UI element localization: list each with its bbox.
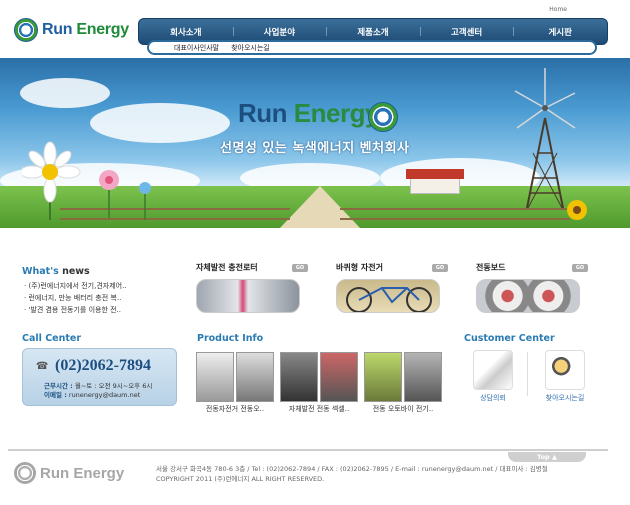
- bicycle-icon: [346, 287, 432, 312]
- customer-center-title: Customer Center: [464, 333, 555, 344]
- main-banner: Run Energy 선명성 있는 녹색에너지 벤처회사: [0, 58, 630, 228]
- footer-logo: Run Energy: [14, 462, 124, 484]
- product-title: 바퀴형 자전거: [336, 263, 383, 272]
- product-title: 자체발전 충전로터: [196, 263, 258, 272]
- call-center-title: Call Center: [22, 333, 82, 344]
- footer-copyright: COPYRIGHT 2011 (주)런에너지 ALL RIGHT RESERVE…: [156, 475, 325, 483]
- call-center-box: ☎ (02)2062-7894 근무시간 : 월~토 : 오전 9시~오후 6시…: [22, 348, 177, 406]
- product-card: 바퀴형 자전거 GO: [336, 262, 448, 313]
- go-button[interactable]: GO: [572, 263, 588, 272]
- product-thumb: [236, 352, 274, 402]
- product-info-item[interactable]: 전동 오토바이 전기..: [364, 352, 442, 414]
- road: [280, 186, 360, 228]
- news-list: · (주)런에너지에서 전기,견자제어.. · 런에너지, 만능 배터리 충전 …: [24, 280, 127, 316]
- product-info-title: Product Info: [197, 333, 264, 344]
- site-logo[interactable]: Run Energy: [14, 18, 129, 42]
- product-thumb: [320, 352, 358, 402]
- banner-subtitle: 선명성 있는 녹색에너지 벤처회사: [220, 141, 410, 156]
- product-title: 전동보드: [476, 263, 506, 272]
- divider: [527, 352, 528, 396]
- footer-info: 서울 강서구 화곡4동 780-6 3층 / Tel : (02)2062-78…: [156, 464, 548, 484]
- top-button[interactable]: Top ▲: [508, 452, 586, 462]
- home-link[interactable]: Home: [549, 6, 567, 13]
- sub-nav: 대표이사인사말 찾아오시는길: [147, 40, 597, 55]
- banner-logo-icon: [368, 102, 398, 132]
- daisy-flower-icon: [22, 141, 81, 220]
- logo-mark-icon: [14, 18, 38, 42]
- product-thumb: [196, 352, 234, 402]
- house-roof: [406, 169, 464, 179]
- product-info-item[interactable]: 자체발전 전동 섹셀..: [280, 352, 358, 414]
- footer-divider: [8, 449, 608, 451]
- map-icon: [545, 350, 585, 390]
- logo-text: Run Energy: [42, 21, 129, 38]
- directions[interactable]: 찾아오시는길: [540, 350, 590, 403]
- subnav-greeting[interactable]: 대표이사인사말: [174, 43, 219, 53]
- blue-flower-icon: [139, 182, 151, 220]
- call-phone-number: (02)2062-7894: [55, 357, 151, 374]
- footer-logo-icon: [14, 462, 36, 484]
- product-caption: 전동 오토바이 전기..: [372, 405, 434, 413]
- laptop-icon: [473, 350, 513, 390]
- nav-company[interactable]: 회사소개: [139, 26, 233, 38]
- windmill-icon: [514, 68, 576, 209]
- news-item[interactable]: · 런에너지, 만능 배터리 충전 복..: [24, 292, 127, 304]
- go-button[interactable]: GO: [432, 263, 448, 272]
- directions-label: 찾아오시는길: [545, 394, 585, 402]
- product-info-grid: 전동자전거 전동오.. 자체발전 전동 섹셀.. 전동 오토바이 전기..: [196, 352, 442, 414]
- nav-products[interactable]: 제품소개: [326, 26, 420, 38]
- banner-title: Run Energy: [238, 98, 379, 128]
- product-caption: 전동자전거 전동오..: [205, 405, 265, 413]
- footer-address: 서울 강서구 화곡4동 780-6 3층 / Tel : (02)2062-78…: [156, 465, 548, 473]
- news-title: What's news: [22, 266, 90, 277]
- consult-request[interactable]: 상담의뢰: [468, 350, 518, 403]
- product-card: 전동보드 GO: [476, 262, 588, 313]
- go-button[interactable]: GO: [292, 263, 308, 272]
- email-link[interactable]: runenergy@daum.net: [69, 391, 140, 399]
- phone-icon: ☎: [36, 361, 49, 372]
- nav-board[interactable]: 게시판: [513, 26, 607, 38]
- product-thumb: [404, 352, 442, 402]
- house-image: [410, 178, 460, 194]
- product-thumb: [364, 352, 402, 402]
- cloud: [90, 103, 230, 143]
- nav-customer[interactable]: 고객센터: [419, 26, 514, 38]
- product-image[interactable]: [336, 279, 440, 313]
- cloud: [20, 78, 110, 108]
- sunflower-icon: [567, 200, 587, 220]
- product-card: 자체발전 충전로터 GO: [196, 262, 308, 313]
- consult-label: 상담의뢰: [480, 394, 506, 402]
- news-item[interactable]: · '발견 겸용 전동기를 이용한 전..: [24, 304, 127, 316]
- nav-business[interactable]: 사업분야: [232, 26, 327, 38]
- product-caption: 자체발전 전동 섹셀..: [288, 405, 350, 413]
- product-thumb: [280, 352, 318, 402]
- call-info: 근무시간 : 월~토 : 오전 9시~오후 6시 이메일 : runenergy…: [44, 382, 153, 399]
- product-info-item[interactable]: 전동자전거 전동오..: [196, 352, 274, 414]
- product-image[interactable]: [476, 279, 580, 313]
- pink-flower-icon: [99, 170, 119, 218]
- subnav-location[interactable]: 찾아오시는길: [231, 43, 270, 53]
- news-item[interactable]: · (주)런에너지에서 전기,견자제어..: [24, 280, 127, 292]
- product-image[interactable]: [196, 279, 300, 313]
